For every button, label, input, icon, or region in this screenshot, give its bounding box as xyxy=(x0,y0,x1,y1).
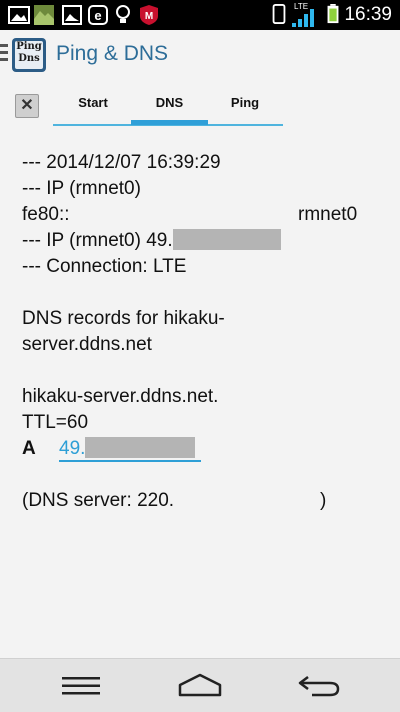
ipv4-text: --- IP (rmnet0) 49. xyxy=(22,230,173,251)
ttl-line: TTL=60 xyxy=(22,412,89,433)
dns-records-line-2: server.ddns.net xyxy=(22,334,152,355)
tab-active-indicator xyxy=(131,120,208,125)
home-icon[interactable] xyxy=(178,673,222,697)
ipv6-interface: rmnet0 xyxy=(298,204,358,225)
record-type: A xyxy=(22,438,36,459)
battery-icon xyxy=(327,4,339,24)
action-bar: Ping Dns Ping & DNS xyxy=(0,30,400,80)
logo-text-bottom: Dns xyxy=(18,53,40,64)
ipv6-line: fe80:: rmnet0 xyxy=(22,202,382,228)
ipv6-prefix: fe80:: xyxy=(22,204,70,225)
timestamp-line: --- 2014/12/07 16:39:29 xyxy=(22,152,221,173)
e-icon: e xyxy=(88,5,108,25)
back-icon[interactable] xyxy=(298,673,340,697)
nav-bar xyxy=(0,658,400,712)
status-time: 16:39 xyxy=(344,4,392,25)
tab-start[interactable]: Start xyxy=(55,95,131,125)
phone-icon xyxy=(272,4,286,24)
photo-icon xyxy=(34,5,54,25)
close-button[interactable]: ✕ xyxy=(15,94,39,118)
app-logo: Ping Dns xyxy=(12,38,46,72)
bulb-icon xyxy=(116,5,130,23)
ip-header-line: --- IP (rmnet0) xyxy=(22,178,141,199)
logo-text-top: Ping xyxy=(16,41,42,52)
tab-ping[interactable]: Ping xyxy=(208,95,282,125)
dns-server-close: ) xyxy=(320,490,327,511)
svg-text:M: M xyxy=(145,11,153,22)
dns-server-text: (DNS server: 220. xyxy=(22,490,175,511)
menu-icon[interactable] xyxy=(62,677,100,695)
gallery-icon xyxy=(62,5,82,25)
record-value-link[interactable]: 49. xyxy=(59,438,85,459)
mcafee-icon: M xyxy=(140,5,158,25)
dns-server-line: (DNS server: 220. ) xyxy=(22,488,382,514)
svg-text:e: e xyxy=(94,8,101,23)
ipv4-line: --- IP (rmnet0) 49. xyxy=(22,228,382,254)
host-line: hikaku-server.ddns.net. xyxy=(22,386,219,407)
redacted-ip xyxy=(172,229,281,250)
link-underline xyxy=(59,460,201,462)
image-icon xyxy=(8,6,30,24)
signal-icon xyxy=(292,9,314,27)
app-title: Ping & DNS xyxy=(56,42,169,65)
connection-line: --- Connection: LTE xyxy=(22,256,187,277)
dns-output: --- 2014/12/07 16:39:29 --- IP (rmnet0) … xyxy=(22,150,382,514)
a-record-line: A 49. xyxy=(22,436,382,462)
dns-records-line-1: DNS records for hikaku- xyxy=(22,308,225,329)
redacted-record-ip xyxy=(85,437,196,458)
overflow-indicator xyxy=(0,44,8,65)
status-bar: e M LTE 16:39 xyxy=(0,0,400,30)
